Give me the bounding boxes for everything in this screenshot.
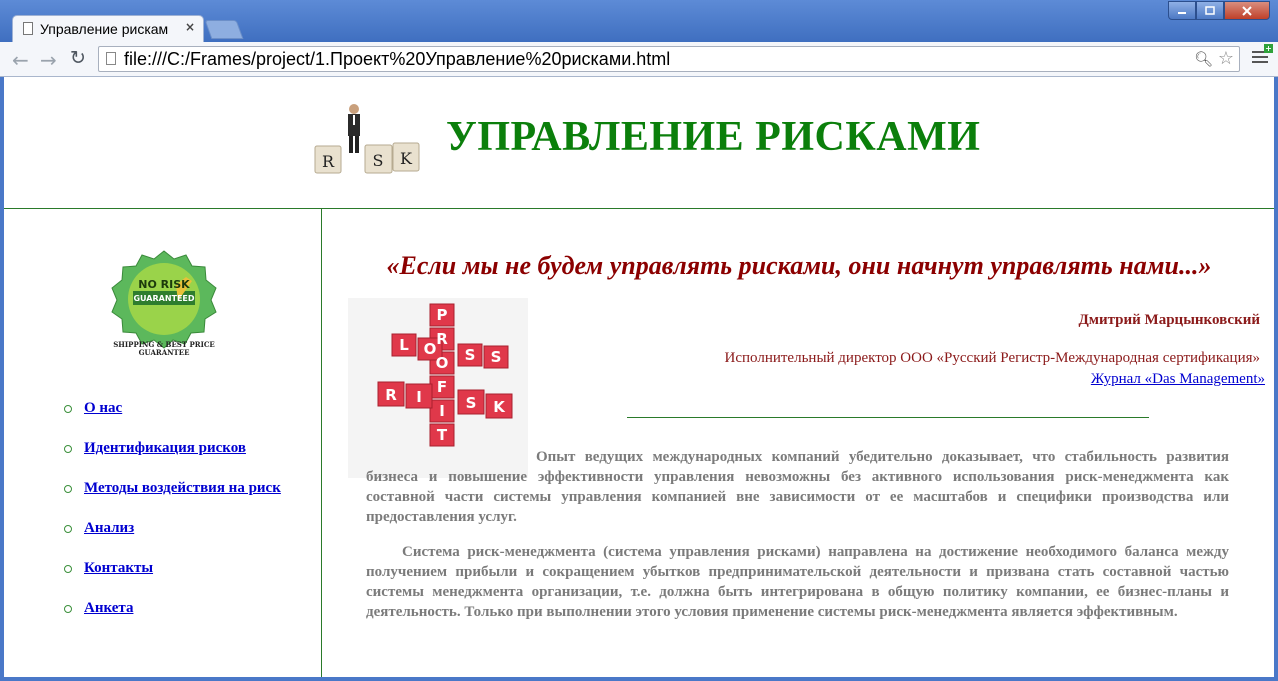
maximize-button[interactable] <box>1196 1 1224 20</box>
sidebar-item-contacts: Контакты <box>64 559 281 599</box>
svg-text:O: O <box>424 340 437 358</box>
url-text[interactable]: file:///C:/Frames/project/1.Проект%20Упр… <box>124 49 670 70</box>
address-bar[interactable]: file:///C:/Frames/project/1.Проект%20Упр… <box>98 46 1240 72</box>
paragraph-1: Опыт ведущих международных компаний убед… <box>366 447 1229 527</box>
badge-top-text: NO RISK <box>138 278 190 291</box>
tab-title: Управление рискам <box>40 21 169 37</box>
paragraph-1-text: Опыт ведущих международных компаний убед… <box>366 449 1229 525</box>
quote-heading: «Если мы не будем управлять рисками, они… <box>386 251 1212 280</box>
window-controls <box>1168 1 1270 20</box>
svg-text:O: O <box>436 354 449 372</box>
sidebar-item-about: О нас <box>64 399 281 439</box>
svg-text:P: P <box>437 306 448 324</box>
update-badge-icon: + <box>1264 44 1273 53</box>
nav-link-identification[interactable]: Идентификация рисков <box>84 440 246 456</box>
reload-icon[interactable]: ↻ <box>70 47 86 69</box>
svg-text:S: S <box>491 348 502 366</box>
forward-arrow-icon[interactable]: → <box>40 48 57 72</box>
bullet-icon <box>64 605 72 613</box>
nav-link-analysis[interactable]: Анализ <box>84 520 134 536</box>
maximize-icon <box>1205 5 1215 15</box>
browser-toolbar: ← → ↻ file:///C:/Frames/project/1.Проект… <box>0 42 1278 77</box>
sidebar: NO RISK GUARANTEED SHIPPING & BEST PRICE… <box>4 209 322 677</box>
nav-link-about[interactable]: О нас <box>84 400 122 416</box>
sidebar-item-identification: Идентификация рисков <box>64 439 281 479</box>
site-title: УПРАВЛЕНИЕ РИСКАМИ <box>446 114 981 160</box>
svg-text:R: R <box>385 386 397 404</box>
bookmark-star-icon[interactable]: ☆ <box>1218 48 1234 69</box>
svg-text:F: F <box>437 378 447 396</box>
page-header: R S K УПРАВЛЕНИЕ РИСКАМИ <box>4 77 1274 209</box>
nav-link-methods[interactable]: Методы воздействия на риск <box>84 480 281 496</box>
svg-text:S: S <box>466 394 477 412</box>
badge-bottom-text: GUARANTEED <box>133 294 194 303</box>
tile-k: K <box>400 149 413 168</box>
tab-close-icon[interactable]: × <box>185 20 195 34</box>
svg-text:S: S <box>465 346 476 364</box>
page-icon <box>23 22 33 35</box>
new-tab-button[interactable] <box>204 20 244 39</box>
badge-caption-2: GUARANTEE <box>139 348 190 357</box>
nav-link-contacts[interactable]: Контакты <box>84 560 153 576</box>
close-icon <box>1242 5 1252 16</box>
quote-author: Дмитрий Марцынковский <box>1078 312 1260 328</box>
svg-text:L: L <box>399 336 409 354</box>
author-role: Исполнительный директор ООО «Русский Рег… <box>724 350 1260 366</box>
svg-text:R: R <box>436 330 448 348</box>
page-viewport: R S K УПРАВЛЕНИЕ РИСКАМИ NO RISK GUARANT… <box>4 77 1274 677</box>
bullet-icon <box>64 525 72 533</box>
browser-tab[interactable]: Управление рискам × <box>12 15 204 42</box>
minimize-button[interactable] <box>1168 1 1196 20</box>
divider <box>627 417 1149 418</box>
journal-link[interactable]: Журнал «Das Management» <box>1091 371 1265 388</box>
svg-text:T: T <box>437 426 448 444</box>
main-content: «Если мы не будем управлять рисками, они… <box>322 209 1274 677</box>
sidebar-nav: О нас Идентификация рисков Методы воздей… <box>64 399 281 639</box>
bullet-icon <box>64 445 72 453</box>
bullet-icon <box>64 405 72 413</box>
svg-text:I: I <box>439 402 445 420</box>
sidebar-item-survey: Анкета <box>64 599 281 639</box>
risk-tiles-logo: R S K <box>314 104 420 174</box>
tile-s: S <box>373 151 384 170</box>
svg-text:K: K <box>493 398 506 416</box>
tile-r: R <box>322 152 335 171</box>
nav-link-survey[interactable]: Анкета <box>84 600 133 616</box>
close-button[interactable] <box>1224 1 1270 20</box>
paragraph-2: Система риск-менеджмента (система управл… <box>366 544 1229 620</box>
minimize-icon <box>1178 11 1186 14</box>
page-icon <box>106 52 116 65</box>
bullet-icon <box>64 565 72 573</box>
sidebar-item-analysis: Анализ <box>64 519 281 559</box>
chrome-menu-icon[interactable]: + <box>1252 44 1273 65</box>
window-titlebar: Управление рискам × <box>0 0 1278 42</box>
no-risk-guarantee-badge: NO RISK GUARANTEED SHIPPING & BEST PRICE… <box>111 250 217 357</box>
svg-text:I: I <box>416 388 422 406</box>
sidebar-item-methods: Методы воздействия на риск <box>64 479 281 519</box>
back-arrow-icon[interactable]: ← <box>12 48 29 72</box>
search-icon[interactable]: 🔍︎ <box>1194 50 1213 68</box>
bullet-icon <box>64 485 72 493</box>
